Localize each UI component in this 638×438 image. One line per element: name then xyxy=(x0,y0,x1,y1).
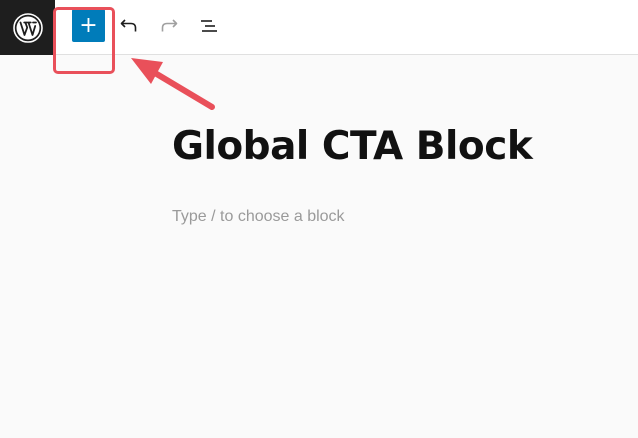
block-placeholder[interactable]: Type / to choose a block xyxy=(172,208,345,226)
post-title[interactable]: Global CTA Block xyxy=(172,124,533,169)
